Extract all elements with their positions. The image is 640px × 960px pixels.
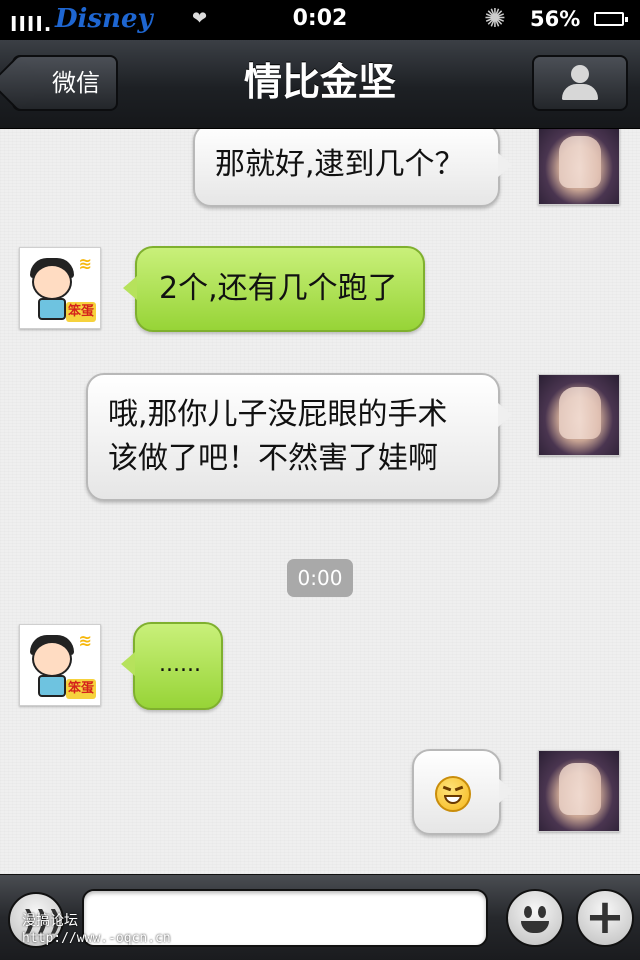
spark-icon: ≋ bbox=[78, 254, 92, 273]
message-text: 2个,还有几个跑了 bbox=[159, 271, 398, 306]
message-bubble-incoming[interactable]: ...... bbox=[121, 622, 223, 710]
message-text-line: 该做了吧！不然害了娃啊 bbox=[108, 441, 438, 476]
friend-avatar[interactable]: ≋ 笨蛋 bbox=[19, 624, 101, 706]
message-bubble-outgoing[interactable]: 那就好,逮到几个？ bbox=[193, 129, 512, 207]
watermark-site-name: 漫搞论坛 bbox=[22, 913, 78, 929]
battery-icon bbox=[594, 12, 628, 26]
plus-icon: + bbox=[584, 889, 626, 945]
message-text-line: 哦,那你儿子没屁眼的手术 bbox=[108, 397, 448, 432]
bubble-tail bbox=[121, 652, 135, 676]
message-text: 那就好,逮到几个？ bbox=[215, 147, 465, 182]
cartoon-face bbox=[32, 264, 72, 300]
person-icon bbox=[571, 65, 589, 83]
emoji-button[interactable] bbox=[506, 889, 564, 947]
bubble-tail bbox=[123, 276, 137, 300]
friend-avatar[interactable]: ≋ 笨蛋 bbox=[19, 247, 101, 329]
message-bubble-outgoing[interactable] bbox=[412, 749, 513, 835]
my-avatar[interactable] bbox=[538, 374, 620, 456]
cartoon-body bbox=[38, 298, 66, 320]
spark-icon: ≋ bbox=[78, 631, 92, 650]
sync-icon: ✺ bbox=[484, 4, 506, 34]
cartoon-body bbox=[38, 675, 66, 697]
message-text: ...... bbox=[159, 652, 201, 677]
avatar-badge: 笨蛋 bbox=[66, 302, 96, 322]
back-button-label: 微信 bbox=[52, 69, 100, 97]
bubble-tail bbox=[499, 779, 513, 803]
battery-percent: 56% bbox=[530, 7, 581, 31]
grinning-squint-emoji-icon bbox=[435, 776, 471, 812]
person-icon-body bbox=[562, 84, 598, 100]
chat-area[interactable]: 那就好,逮到几个？ ≋ 笨蛋 2个,还有几个跑了 哦,那你儿子没屁眼的手术 该做… bbox=[0, 129, 640, 874]
timestamp-badge: 0:00 bbox=[287, 559, 353, 597]
my-avatar[interactable] bbox=[538, 129, 620, 205]
bubble-tail bbox=[498, 153, 512, 177]
watermark: 漫搞论坛 http://www.-oqcn.cn bbox=[22, 912, 171, 948]
bubble-tail bbox=[498, 403, 512, 427]
smiley-icon bbox=[524, 906, 532, 918]
status-bar: IIII. Disney ❤ 0:02 ✺ 56% bbox=[0, 0, 640, 40]
avatar-photo-hands bbox=[559, 136, 601, 188]
smiley-icon-eye bbox=[538, 906, 546, 918]
back-button[interactable]: 微信 bbox=[12, 55, 118, 111]
message-bubble-incoming[interactable]: 2个,还有几个跑了 bbox=[123, 246, 425, 332]
nav-bar: 情比金坚 微信 bbox=[0, 40, 640, 129]
avatar-badge: 笨蛋 bbox=[66, 679, 96, 699]
cartoon-face bbox=[32, 641, 72, 677]
my-avatar[interactable] bbox=[538, 750, 620, 832]
profile-button[interactable] bbox=[532, 55, 628, 111]
avatar-photo-hands bbox=[559, 387, 601, 439]
watermark-url: http://www.-oqcn.cn bbox=[22, 931, 171, 946]
avatar-photo-hands bbox=[559, 763, 601, 815]
add-button[interactable]: + bbox=[576, 889, 634, 947]
smiley-icon-mouth bbox=[521, 921, 549, 933]
message-bubble-outgoing[interactable]: 哦,那你儿子没屁眼的手术 该做了吧！不然害了娃啊 bbox=[86, 373, 512, 501]
